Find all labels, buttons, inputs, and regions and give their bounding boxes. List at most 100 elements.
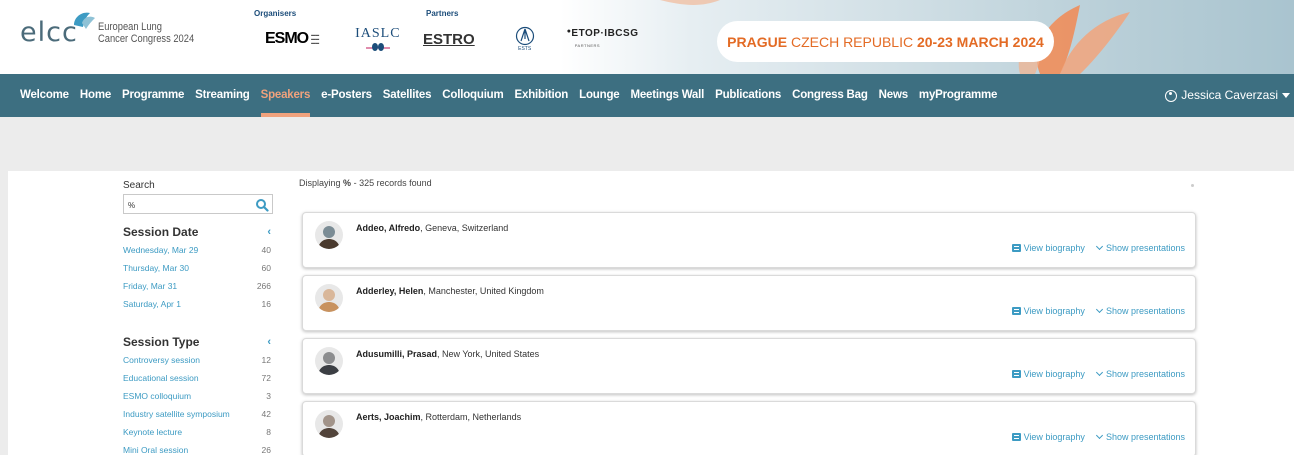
nav-item-programme[interactable]: Programme [122,74,184,117]
speaker-info: Addeo, Alfredo, Geneva, Switzerland [356,223,508,233]
records-suffix: - 325 records found [353,178,432,188]
view-biography-link[interactable]: View biography [1024,243,1085,253]
show-presentations-link[interactable]: Show presentations [1106,432,1185,442]
speaker-info: Adderley, Helen, Manchester, United King… [356,286,544,296]
user-name: Jessica Caverzasi [1181,88,1278,102]
nav-item-congress-bag[interactable]: Congress Bag [792,74,868,117]
chevron-down-icon [1095,305,1103,314]
esmo-logo[interactable]: ESMO [265,30,309,48]
facet-item[interactable]: Friday, Mar 31 266 [123,277,273,295]
speaker-avatar[interactable] [315,347,343,375]
nav-item-colloquium[interactable]: Colloquium [442,74,503,117]
nav-item-lounge[interactable]: Lounge [579,74,620,117]
facet-item-label[interactable]: Friday, Mar 31 [123,277,177,295]
organisers-logos: ESMO ▬▬ ▬▬ ▬▬ IASLC [265,26,401,52]
chevron-left-icon[interactable]: ‹ [267,333,271,351]
biography-icon [1011,244,1021,252]
nav-item-streaming[interactable]: Streaming [195,74,250,117]
petal-decoration-small [660,0,720,5]
search-icon[interactable] [255,198,269,212]
facet-item[interactable]: Keynote lecture 8 [123,423,273,441]
iaslc-logo[interactable]: IASLC [355,26,400,52]
nav-item-exhibition[interactable]: Exhibition [515,74,569,117]
logo-mark-icon [74,12,95,29]
facet-item-label[interactable]: Keynote lecture [123,423,182,441]
facet-item[interactable]: ESMO colloquium 3 [123,387,273,405]
logo-subtitle: European Lung Cancer Congress 2024 [98,21,194,45]
chevron-left-icon[interactable]: ‹ [267,223,271,241]
nav-item-meetings-wall[interactable]: Meetings Wall [630,74,704,117]
search-input[interactable] [124,196,249,215]
speaker-card: Aerts, Joachim, Rotterdam, Netherlands Vi… [302,401,1196,455]
facet-item[interactable]: Controversy session 12 [123,351,273,369]
facet-item-count: 40 [261,245,271,255]
partners-logos: ESTRO ESTS ●ETOP·IBCSG PARTNERS [423,26,638,52]
nav-item-satellites[interactable]: Satellites [383,74,432,117]
nav-item-publications[interactable]: Publications [715,74,781,117]
nav-item-welcome[interactable]: Welcome [20,74,69,117]
facet-rows: Wednesday, Mar 29 40 Thursday, Mar 30 60 Fri… [123,241,273,313]
facet-item-label[interactable]: Industry satellite symposium [123,405,230,423]
banner-city: PRAGUE [727,33,788,50]
facet-item-count: 8 [266,427,271,437]
nav-item-e-posters[interactable]: e-Posters [321,74,372,117]
facet-session-type: Session Type ‹ Controversy session 12 Educ… [123,333,273,455]
speaker-avatar[interactable] [315,284,343,312]
congress-banner: PRAGUE CZECH REPUBLIC 20-23 MARCH 2024 [717,21,1054,62]
facet-item[interactable]: Wednesday, Mar 29 40 [123,241,273,259]
view-biography-link[interactable]: View biography [1024,306,1085,316]
facet-title[interactable]: Session Date ‹ [123,223,273,241]
logo-line2: Cancer Congress 2024 [97,32,194,45]
organisers-label: Organisers [254,9,297,18]
estro-logo[interactable]: ESTRO [423,31,475,48]
speaker-name[interactable]: Adusumilli, Prasad [356,349,437,359]
facet-item-label[interactable]: Saturday, Apr 1 [123,295,181,313]
speaker-actions: View biography Show presentations [1011,368,1185,379]
facet-item-label[interactable]: Educational session [123,369,199,387]
facet-item[interactable]: Saturday, Apr 1 16 [123,295,273,313]
nav-item-speakers[interactable]: Speakers [260,74,310,117]
view-biography-link[interactable]: View biography [1024,369,1085,379]
nav-items: Welcome Home Programme Streaming Speakers e-P… [0,74,1294,117]
speaker-avatar[interactable] [315,221,343,249]
speaker-name[interactable]: Addeo, Alfredo [356,223,420,233]
facet-title[interactable]: Session Type ‹ [123,333,273,351]
show-presentations-link[interactable]: Show presentations [1106,306,1185,316]
facet-item-label[interactable]: Mini Oral session [123,441,188,455]
speaker-name[interactable]: Aerts, Joachim [356,412,421,422]
ests-logo-text: ESTS [518,46,532,52]
facet-item[interactable]: Mini Oral session 26 [123,441,273,455]
facet-item[interactable]: Educational session 72 [123,369,273,387]
speaker-avatar[interactable] [315,410,343,438]
etop-logo[interactable]: ●ETOP·IBCSG PARTNERS [567,28,639,50]
main-content: Search Session Date ‹ Wednesday, Mar 29 4… [8,171,1294,455]
nav-item-myprogramme[interactable]: myProgramme [919,74,998,117]
speaker-name[interactable]: Adderley, Helen [356,286,423,296]
show-presentations-link[interactable]: Show presentations [1106,243,1185,253]
facet-item-label[interactable]: Controversy session [123,351,200,369]
ests-logo[interactable]: ESTS [515,26,535,52]
speaker-location: , Manchester, United Kingdom [423,286,544,296]
loading-dot [1191,184,1194,187]
esmo-logo-tagline: ▬▬ ▬▬ ▬▬ [311,32,320,45]
facet-item-count: 16 [261,299,271,309]
banner-country: CZECH REPUBLIC [790,33,914,50]
speaker-location: , New York, United States [437,349,540,359]
elcc-logo[interactable]: elcc European Lung Cancer Congress 2024 [20,12,211,48]
view-biography-link[interactable]: View biography [1024,432,1085,442]
facet-item-label[interactable]: Wednesday, Mar 29 [123,241,198,259]
search-label: Search [123,180,155,191]
facet-item[interactable]: Industry satellite symposium 42 [123,405,273,423]
show-presentations-link[interactable]: Show presentations [1106,369,1185,379]
biography-icon [1011,433,1021,441]
speaker-actions: View biography Show presentations [1011,305,1185,316]
facet-item-label[interactable]: Thursday, Mar 30 [123,259,189,277]
facet-item[interactable]: Thursday, Mar 30 60 [123,259,273,277]
user-menu[interactable]: Jessica Caverzasi [1165,74,1290,117]
biography-icon [1011,307,1021,315]
nav-item-home[interactable]: Home [80,74,111,117]
facet-item-label[interactable]: ESMO colloquium [123,387,191,405]
nav-item-news[interactable]: News [879,74,908,117]
speaker-info: Aerts, Joachim, Rotterdam, Netherlands [356,412,521,422]
speaker-location: , Geneva, Switzerland [420,223,509,233]
